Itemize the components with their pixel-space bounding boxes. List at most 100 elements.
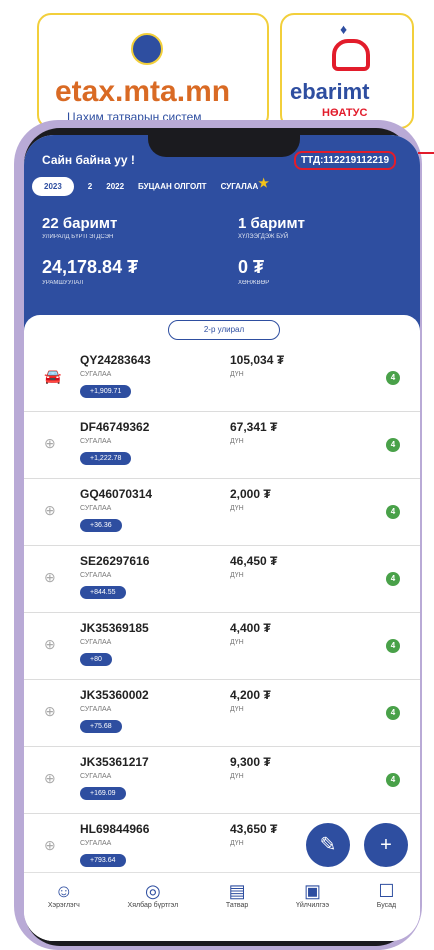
receipt-amount: 105,034 ₮ xyxy=(230,353,285,367)
receipt-type: СУГАЛАА xyxy=(80,505,112,512)
receipt-amount: 4,400 ₮ xyxy=(230,621,271,635)
plus-circle-icon: ⊕ xyxy=(44,636,56,652)
document-edit-icon: ✎ xyxy=(319,834,337,856)
stat-bonus-label: УРАМШУУЛАЛ xyxy=(42,280,84,286)
bonus-badge: +80 xyxy=(80,653,112,666)
receipt-code: JK35361217 xyxy=(80,755,149,769)
nav-other[interactable]: ☐ Бусад xyxy=(377,881,396,909)
amount-label: ДҮН xyxy=(230,505,244,512)
ebarimt-mark-icon xyxy=(332,39,370,71)
stat-bonus: 24,178.84 ₮ УРАМШУУЛАЛ xyxy=(42,257,138,286)
stat-pending-label: ХҮЛЭЭГДЭЖ БУЙ xyxy=(238,234,289,240)
receipt-amount: 46,450 ₮ xyxy=(230,554,278,568)
list-item[interactable]: ⊕ JK35360002 СУГАЛАА +75.68 4,200 ₮ ДҮН … xyxy=(24,680,420,747)
count-badge: 4 xyxy=(386,438,400,452)
other-icon: ☐ xyxy=(378,881,395,901)
ebarimt-logo-card: ♦ ebarimt НӨАТУС xyxy=(280,13,414,129)
count-badge: 4 xyxy=(386,639,400,653)
plus-circle-icon: ⊕ xyxy=(44,770,56,786)
nav-service[interactable]: ▣ Үйлчилгээ xyxy=(296,881,329,909)
count-badge: 4 xyxy=(386,505,400,519)
nav-service-label: Үйлчилгээ xyxy=(295,902,330,909)
list-item[interactable]: 🚘 QY24283643 СУГАЛАА +1,909.71 105,034 ₮… xyxy=(24,345,420,412)
count-badge: 4 xyxy=(386,371,400,385)
bonus-badge: +1,909.71 xyxy=(80,385,132,398)
receipt-amount: 4,200 ₮ xyxy=(230,688,271,702)
count-badge: 4 xyxy=(386,706,400,720)
nav-other-label: Бусад xyxy=(376,902,397,909)
receipt-amount: 43,650 ₮ xyxy=(230,822,278,836)
receipt-type: СУГАЛАА xyxy=(80,706,112,713)
year-tabs: 2023 2 2022 БУЦААН ОЛГОЛТ СУГАЛАА ★ xyxy=(32,176,269,196)
receipt-code: HL69844966 xyxy=(80,822,150,836)
amount-label: ДҮН xyxy=(230,572,244,579)
list-item[interactable]: ⊕ DF46749362 СУГАЛАА +1,222.78 67,341 ₮ … xyxy=(24,412,420,479)
plus-icon: + xyxy=(380,834,392,856)
stat-discount: 0 ₮ ХӨНЖВӨР xyxy=(238,257,269,286)
greeting-text: Сайн байна уу ! xyxy=(42,153,135,167)
list-item[interactable]: ⊕ JK35369185 СУГАЛАА +80 4,400 ₮ ДҮН 4 xyxy=(24,613,420,680)
stat-pending: 1 баримт ХҮЛЭЭГДЭЖ БУЙ xyxy=(238,215,305,240)
amount-label: ДҮН xyxy=(230,371,244,378)
receipt-amount: 2,000 ₮ xyxy=(230,487,271,501)
tab-lottery[interactable]: СУГАЛАА xyxy=(221,182,259,191)
plus-circle-icon: ⊕ xyxy=(44,703,56,719)
add-fab[interactable]: + xyxy=(364,823,408,867)
receipt-code: JK35360002 xyxy=(80,688,149,702)
nav-tax-label: Татвар xyxy=(225,902,249,909)
quarter-button[interactable]: 2-р улирал xyxy=(168,320,280,340)
list-item[interactable]: ⊕ HL69844966 СУГАЛАА +793.64 43,650 ₮ ДҮ… xyxy=(24,814,420,880)
bonus-badge: +169.09 xyxy=(80,787,126,800)
bonus-badge: +36.36 xyxy=(80,519,122,532)
amount-label: ДҮН xyxy=(230,438,244,445)
etax-logo-card: etax.mta.mn Цахим татварын систем xyxy=(37,13,269,129)
ebarimt-subtitle: НӨАТУС xyxy=(322,107,368,119)
flame-icon: ♦ xyxy=(340,21,348,37)
tab-2022[interactable]: 2022 xyxy=(106,182,124,191)
list-item[interactable]: ⊕ GQ46070314 СУГАЛАА +36.36 2,000 ₮ ДҮН … xyxy=(24,479,420,546)
stat-receipts-value: 22 баримт xyxy=(42,215,118,232)
plus-circle-icon: ⊕ xyxy=(44,569,56,585)
ebarimt-brand-text: ebarimt xyxy=(290,79,370,104)
smile-icon: ◎ xyxy=(145,881,161,901)
amount-label: ДҮН xyxy=(230,639,244,646)
nav-easy-register[interactable]: ◎ Хялбар бүртгэл xyxy=(128,881,179,909)
car-icon: 🚘 xyxy=(44,368,62,384)
amount-label: ДҮН xyxy=(230,840,244,847)
list-item[interactable]: ⊕ JK35361217 СУГАЛАА +169.09 9,300 ₮ ДҮН… xyxy=(24,747,420,814)
app-screen: Сайн байна уу ! ТТД:112219112219 2023 2 … xyxy=(24,135,420,941)
receipt-code: QY24283643 xyxy=(80,353,151,367)
tax-doc-icon: ▤ xyxy=(228,881,246,901)
stat-discount-label: ХӨНЖВӨР xyxy=(238,280,270,286)
stat-receipts: 22 баримт УЛИРАЛД БҮРТГЭГДСЭН xyxy=(42,215,117,240)
amount-label: ДҮН xyxy=(230,706,244,713)
header-panel: Сайн байна уу ! ТТД:112219112219 2023 2 … xyxy=(24,135,420,335)
nav-easy-register-label: Хялбар бүртгэл xyxy=(127,902,179,909)
edit-fab[interactable]: ✎ xyxy=(306,823,350,867)
etax-brand-text: etax.mta.mn xyxy=(55,75,231,108)
tab-refund[interactable]: БУЦААН ОЛГОЛТ xyxy=(138,182,207,191)
stat-discount-value: 0 ₮ xyxy=(238,257,265,277)
receipt-code: SE26297616 xyxy=(80,554,150,568)
plus-circle-icon: ⊕ xyxy=(44,435,56,451)
receipt-list: 🚘 QY24283643 СУГАЛАА +1,909.71 105,034 ₮… xyxy=(24,345,420,880)
callout-line xyxy=(418,152,434,154)
user-tax-icon: ☺ xyxy=(54,881,74,901)
nav-tax[interactable]: ▤ Татвар xyxy=(226,881,248,909)
bonus-badge: +75.68 xyxy=(80,720,122,733)
tin-badge[interactable]: ТТД:112219112219 xyxy=(294,151,397,170)
nav-user-label: Хэрэглэгч xyxy=(47,902,80,909)
receipt-amount: 9,300 ₮ xyxy=(230,755,271,769)
tab-2[interactable]: 2 xyxy=(88,182,92,191)
bottom-nav: ☺ Хэрэглэгч ◎ Хялбар бүртгэл ▤ Татвар ▣ … xyxy=(24,872,420,941)
receipt-type: СУГАЛАА xyxy=(80,773,112,780)
nav-user[interactable]: ☺ Хэрэглэгч xyxy=(48,881,80,909)
receipt-code: JK35369185 xyxy=(80,621,149,635)
plus-circle-icon: ⊕ xyxy=(44,837,56,853)
bonus-badge: +793.64 xyxy=(80,854,126,867)
tab-2023[interactable]: 2023 xyxy=(32,177,74,196)
receipt-amount: 67,341 ₮ xyxy=(230,420,278,434)
stat-pending-value: 1 баримт xyxy=(238,215,305,232)
receipt-type: СУГАЛАА xyxy=(80,840,112,847)
list-item[interactable]: ⊕ SE26297616 СУГАЛАА +844.55 46,450 ₮ ДҮ… xyxy=(24,546,420,613)
